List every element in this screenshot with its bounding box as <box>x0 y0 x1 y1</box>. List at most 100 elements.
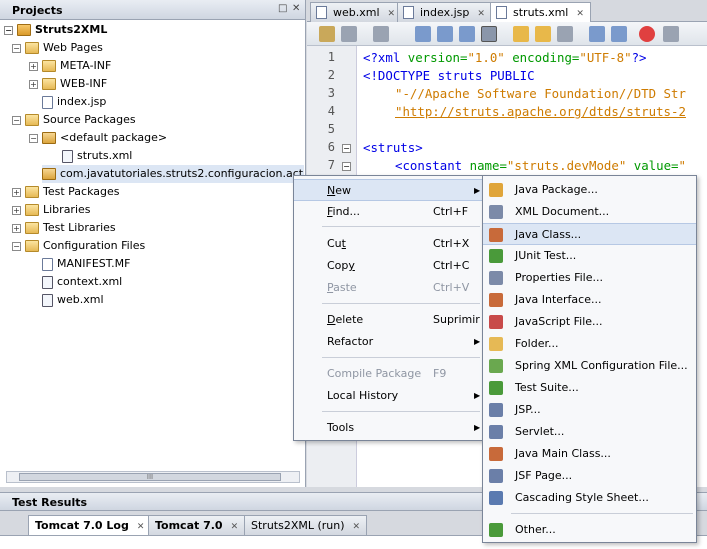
expand-toggle-icon[interactable]: + <box>29 61 38 71</box>
expand-toggle-icon[interactable]: + <box>29 79 38 89</box>
expand-toggle-icon[interactable]: + <box>12 223 21 233</box>
submenu-item-jsp[interactable]: JSP... <box>483 399 696 421</box>
code-line-7[interactable]: <constant name="struts.devMode" value=" <box>395 158 686 173</box>
tree-item-test-libraries[interactable]: + Test Libraries <box>12 219 116 237</box>
close-tab-icon[interactable]: ✕ <box>477 9 485 19</box>
menu-item-copy[interactable]: Copy Ctrl+C <box>294 255 483 277</box>
shift-right-icon[interactable] <box>611 26 627 42</box>
submenu-item-css[interactable]: Cascading Style Sheet... <box>483 487 696 509</box>
submenu-item-junit-test[interactable]: JUnit Test... <box>483 245 696 267</box>
tree-item-manifest[interactable]: MANIFEST.MF <box>42 255 130 273</box>
submenu-item-other[interactable]: Other... <box>483 519 696 541</box>
back-icon[interactable] <box>341 26 357 42</box>
css-icon <box>489 491 503 505</box>
tree-item-test-packages[interactable]: + Test Packages <box>12 183 119 201</box>
fold-toggle-icon[interactable]: − <box>342 162 351 171</box>
tree-item-libraries[interactable]: + Libraries <box>12 201 91 219</box>
code-line-1[interactable]: <?xml version="1.0" encoding="UTF-8"?> <box>363 50 647 65</box>
junit-icon <box>489 249 503 263</box>
submenu-item-java-class[interactable]: Java Class... <box>483 223 696 245</box>
tab-index-jsp[interactable]: index.jsp ✕ <box>397 2 492 22</box>
close-tab-icon[interactable]: ✕ <box>576 9 584 19</box>
stop-macro-icon[interactable] <box>663 26 679 42</box>
code-line-6[interactable]: <struts> <box>363 140 423 155</box>
scrollbar-thumb[interactable]: III <box>19 473 281 481</box>
tree-item-source-packages[interactable]: − Source Packages <box>12 111 136 129</box>
code-line-2[interactable]: <!DOCTYPE struts PUBLIC <box>363 68 535 83</box>
tree-item-struts-xml[interactable]: struts.xml <box>62 147 132 165</box>
expand-toggle-icon[interactable]: + <box>12 187 21 197</box>
tree-item-web-xml[interactable]: web.xml <box>42 291 104 309</box>
menu-item-find[interactable]: Find... Ctrl+F <box>294 201 483 223</box>
tree-item-configuration-files[interactable]: − Configuration Files <box>12 237 145 255</box>
tab-web-xml[interactable]: web.xml ✕ <box>310 2 403 22</box>
fold-toggle-icon[interactable]: − <box>342 144 351 153</box>
menu-item-tools[interactable]: Tools ▶ <box>294 417 483 439</box>
close-tab-icon[interactable]: ✕ <box>388 9 396 19</box>
minimize-icon[interactable]: □ <box>278 3 287 14</box>
collapse-toggle-icon[interactable]: − <box>4 25 13 35</box>
collapse-toggle-icon[interactable]: − <box>12 115 21 125</box>
jsp-file-icon <box>403 6 414 19</box>
close-tab-icon[interactable]: ✕ <box>137 522 145 532</box>
close-tab-icon[interactable]: ✕ <box>231 522 239 532</box>
tree-item-web-pages[interactable]: − Web Pages <box>12 39 103 57</box>
menu-item-paste[interactable]: Paste Ctrl+V <box>294 277 483 299</box>
line-number: 1 <box>327 50 335 64</box>
submenu-item-java-interface[interactable]: Java Interface... <box>483 289 696 311</box>
menu-separator <box>322 303 480 304</box>
test-suite-icon <box>489 381 503 395</box>
find-previous-icon[interactable] <box>437 26 453 42</box>
submenu-item-jsf-page[interactable]: JSF Page... <box>483 465 696 487</box>
xml-file-icon <box>316 6 327 19</box>
start-macro-icon[interactable] <box>639 26 655 42</box>
horizontal-scrollbar[interactable]: III <box>6 471 300 483</box>
tab-struts-xml[interactable]: struts.xml ✕ <box>490 2 591 22</box>
shift-left-icon[interactable] <box>589 26 605 42</box>
collapse-toggle-icon[interactable]: − <box>12 241 21 251</box>
menu-item-refactor[interactable]: Refactor ▶ <box>294 331 483 353</box>
previous-bookmark-icon[interactable] <box>513 26 529 42</box>
folder-icon <box>25 222 39 234</box>
menu-item-cut[interactable]: Cut Ctrl+X <box>294 233 483 255</box>
find-selection-icon[interactable] <box>415 26 431 42</box>
submenu-item-servlet[interactable]: Servlet... <box>483 421 696 443</box>
tree-item-web-inf[interactable]: + WEB-INF <box>29 75 107 93</box>
code-line-4[interactable]: "http://struts.apache.org/dtds/struts-2 <box>395 104 686 119</box>
close-icon[interactable]: ✕ <box>292 3 300 14</box>
menu-item-local-history[interactable]: Local History ▶ <box>294 385 483 407</box>
tree-item-meta-inf[interactable]: + META-INF <box>29 57 111 75</box>
tree-item-default-package[interactable]: − <default package> <box>29 129 167 147</box>
code-line-3[interactable]: "-//Apache Software Foundation//DTD Str <box>395 86 686 101</box>
submenu-item-properties-file[interactable]: Properties File... <box>483 267 696 289</box>
submenu-item-spring-xml[interactable]: Spring XML Configuration File... <box>483 355 696 377</box>
tree-item-project[interactable]: − Struts2XML <box>4 21 107 39</box>
last-edit-icon[interactable] <box>319 26 335 42</box>
collapse-toggle-icon[interactable]: − <box>12 43 21 53</box>
find-next-icon[interactable] <box>459 26 475 42</box>
tab-tomcat-log[interactable]: Tomcat 7.0 Log ✕ <box>28 515 152 535</box>
submenu-item-folder[interactable]: Folder... <box>483 333 696 355</box>
forward-icon[interactable] <box>373 26 389 42</box>
submenu-arrow-icon: ▶ <box>474 423 481 432</box>
submenu-item-javascript-file[interactable]: JavaScript File... <box>483 311 696 333</box>
next-bookmark-icon[interactable] <box>535 26 551 42</box>
close-tab-icon[interactable]: ✕ <box>353 522 361 532</box>
menu-item-new[interactable]: New ▶ <box>294 179 483 201</box>
menu-separator <box>322 357 480 358</box>
tree-item-index-jsp[interactable]: index.jsp <box>42 93 106 111</box>
toggle-bookmark-icon[interactable] <box>557 26 573 42</box>
menu-item-delete[interactable]: Delete Suprimir <box>294 309 483 331</box>
tree-item-actions-package[interactable]: com.javatutoriales.struts2.configuracion… <box>42 165 304 183</box>
menu-item-compile-package[interactable]: Compile Package F9 <box>294 363 483 385</box>
tab-tomcat[interactable]: Tomcat 7.0 ✕ <box>148 515 246 535</box>
submenu-item-java-package[interactable]: Java Package... <box>483 179 696 201</box>
expand-toggle-icon[interactable]: + <box>12 205 21 215</box>
submenu-item-test-suite[interactable]: Test Suite... <box>483 377 696 399</box>
submenu-item-java-main-class[interactable]: Java Main Class... <box>483 443 696 465</box>
tree-item-context-xml[interactable]: context.xml <box>42 273 122 291</box>
collapse-toggle-icon[interactable]: − <box>29 133 38 143</box>
tab-struts2xml-run[interactable]: Struts2XML (run) ✕ <box>244 515 368 535</box>
toggle-highlight-icon[interactable] <box>481 26 497 42</box>
submenu-item-xml-document[interactable]: XML Document... <box>483 201 696 223</box>
